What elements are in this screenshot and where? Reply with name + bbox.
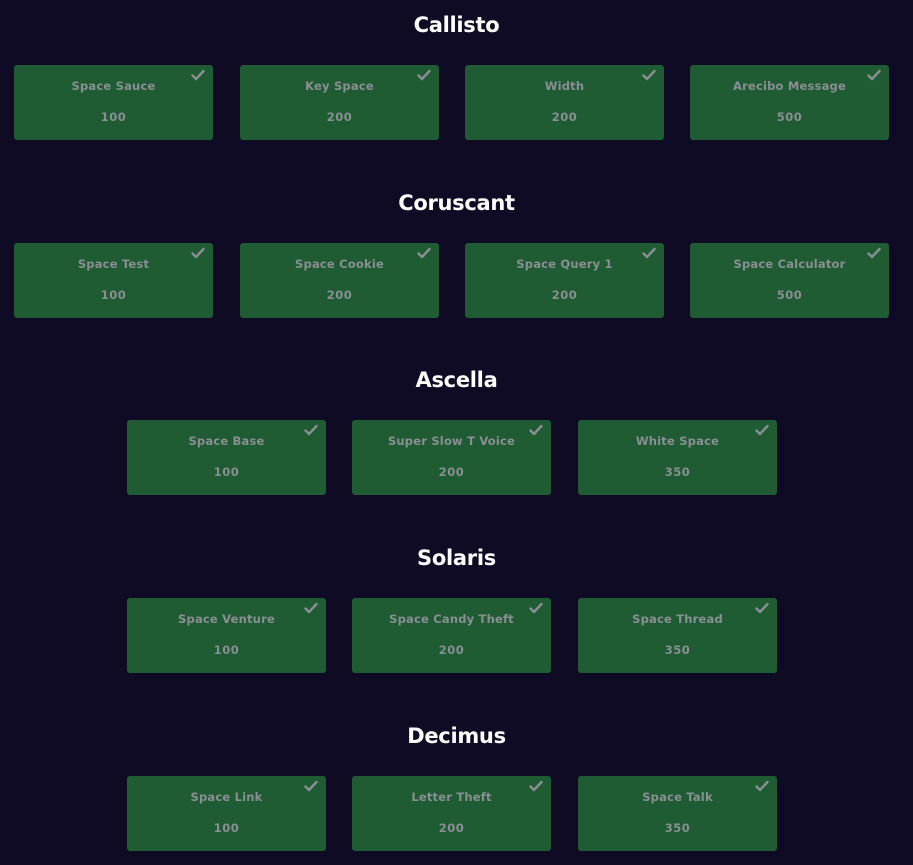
challenge-card[interactable]: Space Cookie 200 [240, 243, 439, 318]
challenge-points: 200 [551, 110, 578, 124]
challenge-row: Space Test 100 Space Cookie 200 Space Qu… [0, 243, 913, 319]
category-title: Decimus [407, 724, 506, 748]
check-icon [529, 602, 543, 614]
category-title: Solaris [417, 546, 496, 570]
challenge-card[interactable]: Space Calculator 500 [690, 243, 889, 318]
challenge-card[interactable]: Space Base 100 [127, 420, 326, 495]
check-icon [867, 69, 881, 81]
challenge-name: Arecibo Message [733, 79, 846, 93]
check-icon [529, 424, 543, 436]
check-icon [642, 247, 656, 259]
check-icon [755, 780, 769, 792]
challenge-points: 350 [664, 465, 691, 479]
challenge-card[interactable]: Space Test 100 [14, 243, 213, 318]
check-icon [304, 602, 318, 614]
challenge-name: Space Candy Theft [389, 612, 514, 626]
challenge-points: 200 [438, 821, 465, 835]
challenge-name: Space Query 1 [516, 257, 613, 271]
challenge-points: 200 [551, 288, 578, 302]
check-icon [191, 247, 205, 259]
challenge-board: Callisto Space Sauce 100 Key Space 200 W… [0, 0, 913, 865]
challenge-points: 200 [326, 288, 353, 302]
challenge-card[interactable]: Space Talk 350 [578, 776, 777, 851]
challenge-card[interactable]: Letter Theft 200 [352, 776, 551, 851]
challenge-name: Key Space [305, 79, 374, 93]
challenge-name: Space Sauce [71, 79, 156, 93]
challenge-points: 200 [438, 465, 465, 479]
category-title: Coruscant [398, 191, 515, 215]
challenge-card[interactable]: Arecibo Message 500 [690, 65, 889, 140]
challenge-row: Space Link 100 Letter Theft 200 Space Ta… [0, 776, 913, 852]
challenge-name: Space Link [190, 790, 263, 804]
challenge-name: Space Cookie [295, 257, 384, 271]
check-icon [755, 602, 769, 614]
challenge-card[interactable]: White Space 350 [578, 420, 777, 495]
category-title: Callisto [413, 13, 500, 37]
challenge-points: 100 [213, 643, 240, 657]
challenge-points: 500 [776, 288, 803, 302]
challenge-points: 100 [213, 465, 240, 479]
category-title: Ascella [415, 368, 498, 392]
challenge-points: 350 [664, 821, 691, 835]
challenge-name: Letter Theft [411, 790, 492, 804]
check-icon [417, 69, 431, 81]
challenge-row: Space Base 100 Super Slow T Voice 200 Wh… [0, 420, 913, 496]
challenge-points: 100 [213, 821, 240, 835]
challenge-card[interactable]: Space Link 100 [127, 776, 326, 851]
challenge-card[interactable]: Space Query 1 200 [465, 243, 664, 318]
challenge-card[interactable]: Super Slow T Voice 200 [352, 420, 551, 495]
check-icon [867, 247, 881, 259]
challenge-points: 500 [776, 110, 803, 124]
challenge-name: Space Base [188, 434, 265, 448]
challenge-name: Width [544, 79, 585, 93]
check-icon [529, 780, 543, 792]
challenge-name: Space Calculator [733, 257, 846, 271]
challenge-points: 200 [438, 643, 465, 657]
check-icon [304, 424, 318, 436]
challenge-row: Space Venture 100 Space Candy Theft 200 … [0, 598, 913, 674]
challenge-card[interactable]: Space Thread 350 [578, 598, 777, 673]
challenge-card[interactable]: Space Candy Theft 200 [352, 598, 551, 673]
check-icon [755, 424, 769, 436]
challenge-name: White Space [635, 434, 720, 448]
challenge-card[interactable]: Space Venture 100 [127, 598, 326, 673]
challenge-points: 200 [326, 110, 353, 124]
challenge-points: 350 [664, 643, 691, 657]
challenge-card[interactable]: Width 200 [465, 65, 664, 140]
challenge-name: Space Thread [632, 612, 723, 626]
check-icon [417, 247, 431, 259]
challenge-points: 100 [100, 288, 127, 302]
challenge-row: Space Sauce 100 Key Space 200 Width 200 … [0, 65, 913, 141]
challenge-name: Space Talk [642, 790, 713, 804]
check-icon [304, 780, 318, 792]
challenge-card[interactable]: Space Sauce 100 [14, 65, 213, 140]
challenge-card[interactable]: Key Space 200 [240, 65, 439, 140]
challenge-name: Space Test [77, 257, 150, 271]
check-icon [191, 69, 205, 81]
check-icon [642, 69, 656, 81]
challenge-points: 100 [100, 110, 127, 124]
challenge-name: Super Slow T Voice [387, 434, 516, 448]
challenge-name: Space Venture [178, 612, 275, 626]
